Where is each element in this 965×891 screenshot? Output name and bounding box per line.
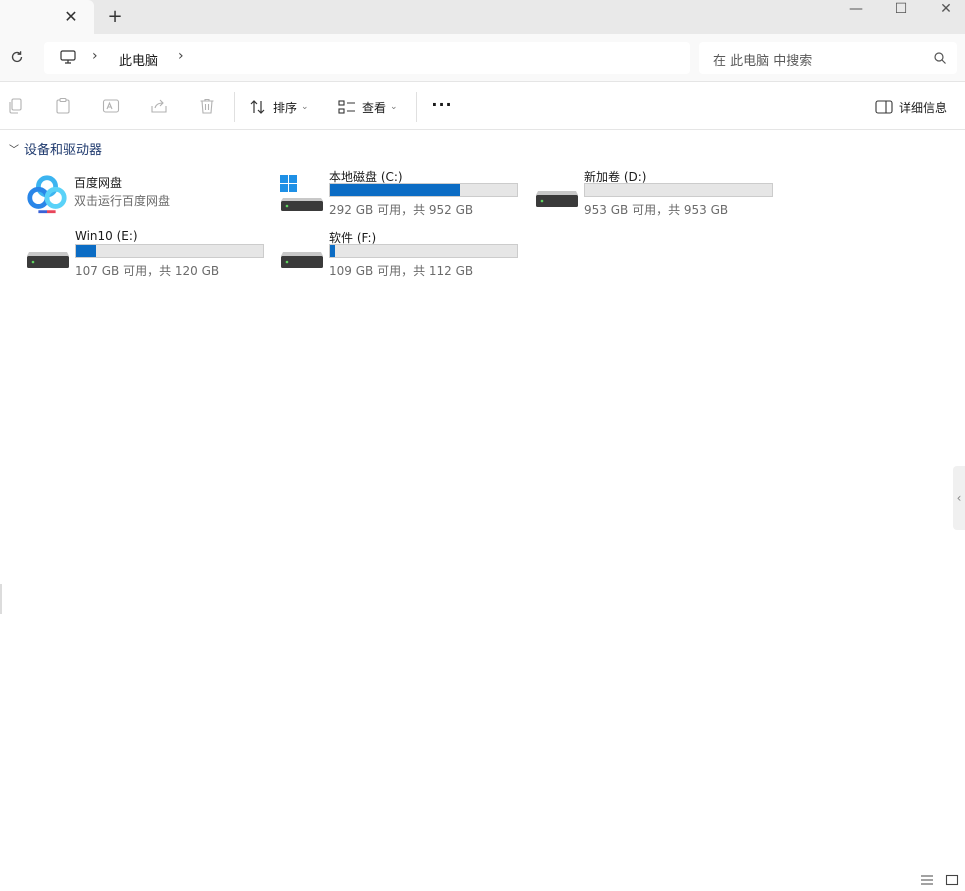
drive-icon [27,252,69,268]
group-header-devices[interactable]: ﹀ 设备和驱动器 [9,139,102,158]
group-title: 设备和驱动器 [24,143,103,158]
left-edge-divider [0,584,2,614]
usage-bar [584,183,773,197]
chevron-down-icon: ⌄ [390,102,398,112]
breadcrumb-separator[interactable]: › [92,48,98,64]
drive-space: 292 GB 可用，共 952 GB [329,203,474,217]
paste-icon[interactable] [54,97,72,115]
more-options-icon[interactable]: ··· [430,95,454,117]
drive-d[interactable]: 新加卷 (D:) 953 GB 可用，共 953 GB [534,166,784,222]
sort-label: 排序 [273,100,298,115]
command-bar: 排序 ⌄ 查看 ⌄ ··· 详细信息 [0,83,965,130]
chevron-down-icon: ﹀ [9,145,19,156]
usage-bar-fill [330,245,336,257]
share-icon[interactable] [150,97,168,115]
new-tab-icon[interactable]: + [106,8,124,26]
address-bar[interactable]: › 此电脑 › [44,42,690,74]
rename-icon[interactable] [102,97,120,115]
usage-bar [75,244,264,258]
sort-icon [250,100,265,114]
details-pane-icon [875,100,893,114]
details-pane-button[interactable]: 详细信息 [875,96,947,118]
usage-bar [329,183,518,197]
breadcrumb-separator[interactable]: › [178,48,184,64]
tab-this-pc[interactable]: ✕ [0,0,94,34]
drive-f[interactable]: 软件 (F:) 109 GB 可用，共 112 GB [279,227,529,283]
window-close-icon[interactable]: ✕ [923,0,965,20]
tiles-view-icon[interactable] [945,874,959,886]
drive-icon [281,252,323,268]
tab-close-icon[interactable]: ✕ [62,8,80,26]
copy-icon[interactable] [7,97,25,115]
app-name: 百度网盘 [74,176,123,190]
toolbar-divider [234,92,235,122]
maximize-icon[interactable]: ☐ [878,0,924,20]
toolbar-divider [416,92,417,122]
search-icon[interactable] [933,51,947,65]
pane-expand-handle[interactable]: ‹ [953,466,965,530]
drive-icon [536,191,578,207]
drive-space: 107 GB 可用，共 120 GB [75,264,220,278]
baidu-netdisk-icon [27,175,67,214]
search-input[interactable]: 在 此电脑 中搜索 [699,42,957,74]
usage-bar-fill [330,184,460,196]
view-label: 查看 [362,100,387,115]
app-item-baidu-netdisk[interactable]: 百度网盘 双击运行百度网盘 [24,172,274,228]
minimize-icon[interactable]: — [833,0,879,20]
drive-space: 953 GB 可用，共 953 GB [584,203,729,217]
chevron-down-icon: ⌄ [301,102,309,112]
details-view-icon[interactable] [920,874,934,886]
computer-icon [60,50,76,64]
delete-icon[interactable] [198,97,216,115]
sort-button[interactable]: 排序 ⌄ [249,96,309,118]
usage-bar [329,244,518,258]
title-bar: ✕ + — ☐ ✕ [0,0,965,34]
breadcrumb-this-pc[interactable]: 此电脑 [119,50,158,69]
address-bar-row: › 此电脑 › 在 此电脑 中搜索 [0,34,965,82]
drive-space: 109 GB 可用，共 112 GB [329,264,474,278]
app-subtitle: 双击运行百度网盘 [74,194,171,208]
view-button[interactable]: 查看 ⌄ [338,96,398,118]
refresh-icon[interactable] [6,48,28,70]
search-placeholder: 在 此电脑 中搜索 [713,54,813,69]
usage-bar-fill [76,245,97,257]
details-label: 详细信息 [899,100,948,115]
drive-name: Win10 (E:) [75,229,138,243]
view-icon [338,100,355,114]
windows-drive-icon [280,175,323,211]
drive-c[interactable]: 本地磁盘 (C:) 292 GB 可用，共 952 GB [279,166,529,222]
drive-e[interactable]: Win10 (E:) 107 GB 可用，共 120 GB [25,227,275,283]
